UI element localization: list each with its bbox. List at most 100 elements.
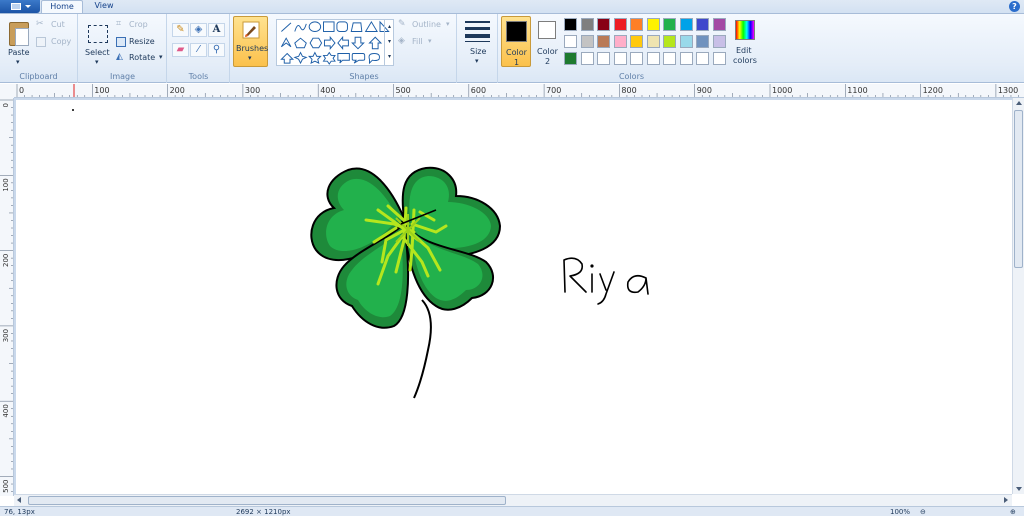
palette-swatch[interactable] xyxy=(646,52,660,65)
cut-button[interactable]: ✂ Cut xyxy=(36,19,74,31)
palette-swatch[interactable] xyxy=(613,35,627,48)
copy-label: Copy xyxy=(51,37,72,46)
color2-swatch xyxy=(538,21,556,39)
eraser-icon[interactable]: ▰ xyxy=(172,43,189,57)
horizontal-scroll-thumb[interactable] xyxy=(28,496,506,505)
four-point-star-shape-icon[interactable] xyxy=(293,51,308,65)
palette-swatch[interactable] xyxy=(630,52,643,65)
scroll-down-icon[interactable] xyxy=(1016,487,1022,491)
edit-colors-label-1: Edit xyxy=(736,46,752,55)
drawing-canvas[interactable] xyxy=(16,100,1012,494)
palette-swatch[interactable] xyxy=(679,18,693,31)
rotate-button[interactable]: ◭ Rotate ▾ xyxy=(116,52,166,64)
ruler-label: 400 xyxy=(320,86,335,95)
scroll-up-icon[interactable] xyxy=(1016,101,1022,105)
magnifier-icon[interactable]: ⚲ xyxy=(208,43,225,57)
palette-swatch[interactable] xyxy=(712,18,726,31)
palette-swatch[interactable] xyxy=(564,35,577,48)
outline-button[interactable]: ✎ Outline ▾ xyxy=(398,19,454,31)
ruler-label: 900 xyxy=(697,86,712,95)
palette-swatch[interactable] xyxy=(696,35,709,48)
text-tool-icon[interactable]: A xyxy=(208,23,225,37)
oval-callout-shape-icon[interactable] xyxy=(368,53,380,65)
rounded-rectangle-shape-icon[interactable] xyxy=(336,21,348,32)
palette-swatch[interactable] xyxy=(580,18,594,31)
tab-home[interactable]: Home xyxy=(41,0,83,13)
palette-swatch[interactable] xyxy=(663,35,676,48)
palette-swatch[interactable] xyxy=(630,18,643,31)
vertical-scrollbar[interactable] xyxy=(1012,98,1024,494)
select-rectangle-icon xyxy=(88,25,108,43)
vertical-ruler: 0 100 200 300 400 500 xyxy=(0,98,14,496)
crop-button[interactable]: ⌗ Crop xyxy=(116,19,156,31)
zoom-in-icon[interactable]: ⊕ xyxy=(1010,507,1016,516)
shapes-gallery[interactable] xyxy=(276,19,394,66)
palette-swatch[interactable] xyxy=(630,35,643,48)
tab-view[interactable]: View xyxy=(86,0,122,13)
pentagon-shape-icon[interactable] xyxy=(294,37,307,49)
curve-shape-icon[interactable] xyxy=(294,23,307,32)
palette-swatch[interactable] xyxy=(663,18,676,31)
palette-swatch[interactable] xyxy=(564,52,577,65)
fill-bucket-icon[interactable]: ◈ xyxy=(190,23,207,37)
size-button[interactable]: Size ▾ xyxy=(462,16,494,66)
right-arrow-shape-icon[interactable] xyxy=(323,35,336,51)
rounded-callout-shape-icon[interactable] xyxy=(351,53,366,64)
hexagon-shape-icon[interactable] xyxy=(309,37,323,49)
shapes-gallery-scroll[interactable]: ▴ ▾ ▾ xyxy=(384,19,394,66)
triangle-shape-icon[interactable] xyxy=(364,20,378,32)
palette-swatch[interactable] xyxy=(597,35,610,48)
paste-button[interactable]: Paste ▾ xyxy=(2,16,34,66)
vertical-scroll-thumb[interactable] xyxy=(1014,110,1023,268)
oval-shape-icon[interactable] xyxy=(308,21,322,32)
palette-swatch[interactable] xyxy=(613,52,627,65)
rectangle-shape-icon[interactable] xyxy=(323,21,335,32)
ruler-label: 100 xyxy=(94,86,109,95)
scroll-right-icon[interactable] xyxy=(1004,497,1008,503)
palette-swatch[interactable] xyxy=(696,52,709,65)
palette-swatch[interactable] xyxy=(712,52,726,65)
ruler-corner xyxy=(0,84,14,98)
resize-button[interactable]: Resize xyxy=(116,36,162,48)
palette-swatch[interactable] xyxy=(646,35,660,48)
palette-swatch[interactable] xyxy=(597,52,610,65)
chevron-up-icon[interactable]: ▴ xyxy=(385,19,394,34)
palette-swatch[interactable] xyxy=(696,18,709,31)
select-button[interactable]: Select ▾ xyxy=(81,16,113,66)
palette-swatch[interactable] xyxy=(564,18,577,31)
palette-swatch[interactable] xyxy=(712,35,726,48)
line-shape-icon[interactable] xyxy=(281,22,292,32)
polygon-shape-icon[interactable] xyxy=(350,22,363,32)
fill-button[interactable]: ◈ Fill ▾ xyxy=(398,36,438,48)
pencil-icon[interactable]: ✎ xyxy=(172,23,189,37)
palette-swatch[interactable] xyxy=(679,35,693,48)
gallery-expand-icon[interactable]: ▾ xyxy=(385,49,394,64)
zoom-out-icon[interactable]: ⊖ xyxy=(920,507,926,516)
palette-swatch[interactable] xyxy=(613,18,627,31)
six-point-star-shape-icon[interactable] xyxy=(322,51,336,65)
palette-swatch[interactable] xyxy=(679,52,693,65)
chevron-down-icon[interactable]: ▾ xyxy=(385,34,394,49)
help-icon[interactable]: ? xyxy=(1009,1,1020,12)
down-arrow-shape-icon[interactable] xyxy=(351,36,365,50)
palette-swatch[interactable] xyxy=(597,18,610,31)
paint-menu-button[interactable] xyxy=(0,0,40,13)
up-arrow-shape-icon[interactable] xyxy=(368,36,383,50)
left-arrow-shape-icon[interactable] xyxy=(337,35,349,51)
horizontal-scrollbar[interactable] xyxy=(14,494,1012,506)
chevron-down-icon: ▾ xyxy=(446,20,450,28)
color-picker-icon[interactable]: ⁄ xyxy=(190,43,207,57)
brushes-button[interactable]: Brushes ▾ xyxy=(233,16,268,67)
five-point-star-shape-icon[interactable] xyxy=(307,51,322,64)
palette-swatch[interactable] xyxy=(580,52,594,65)
color1-button[interactable]: Color 1 xyxy=(501,16,531,67)
copy-button[interactable]: Copy xyxy=(36,36,76,48)
diamond-shape-icon[interactable] xyxy=(280,37,292,48)
palette-swatch[interactable] xyxy=(580,35,594,48)
palette-swatch[interactable] xyxy=(663,52,676,65)
color2-button[interactable]: Color 2 xyxy=(534,16,564,67)
rect-callout-shape-icon[interactable] xyxy=(337,53,350,64)
palette-swatch[interactable] xyxy=(646,18,660,31)
scroll-left-icon[interactable] xyxy=(17,497,21,503)
down-arrow-2-shape-icon[interactable] xyxy=(280,52,295,64)
